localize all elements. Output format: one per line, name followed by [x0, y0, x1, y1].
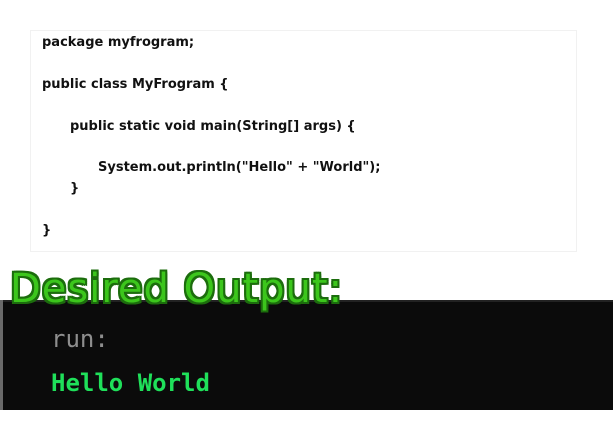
console-bottom-margin [0, 410, 613, 431]
console-screen: run: Hello World [3, 300, 613, 412]
code-line-class: public class MyFrogram { [42, 77, 229, 92]
code-line-println: System.out.println("Hello" + "World"); [98, 160, 381, 175]
code-line-close-method: } [70, 181, 80, 196]
desired-output-title: Desired Output: [10, 266, 344, 312]
code-line-main: public static void main(String[] args) { [70, 119, 356, 134]
code-line-close-class: } [42, 223, 52, 238]
code-line-package: package myfrogram; [42, 35, 195, 50]
console-run-label: run: [51, 325, 109, 353]
console-output-text: Hello World [51, 369, 210, 397]
code-panel: package myfrogram; public class MyFrogra… [30, 30, 577, 252]
console-panel: run: Hello World [0, 300, 613, 431]
